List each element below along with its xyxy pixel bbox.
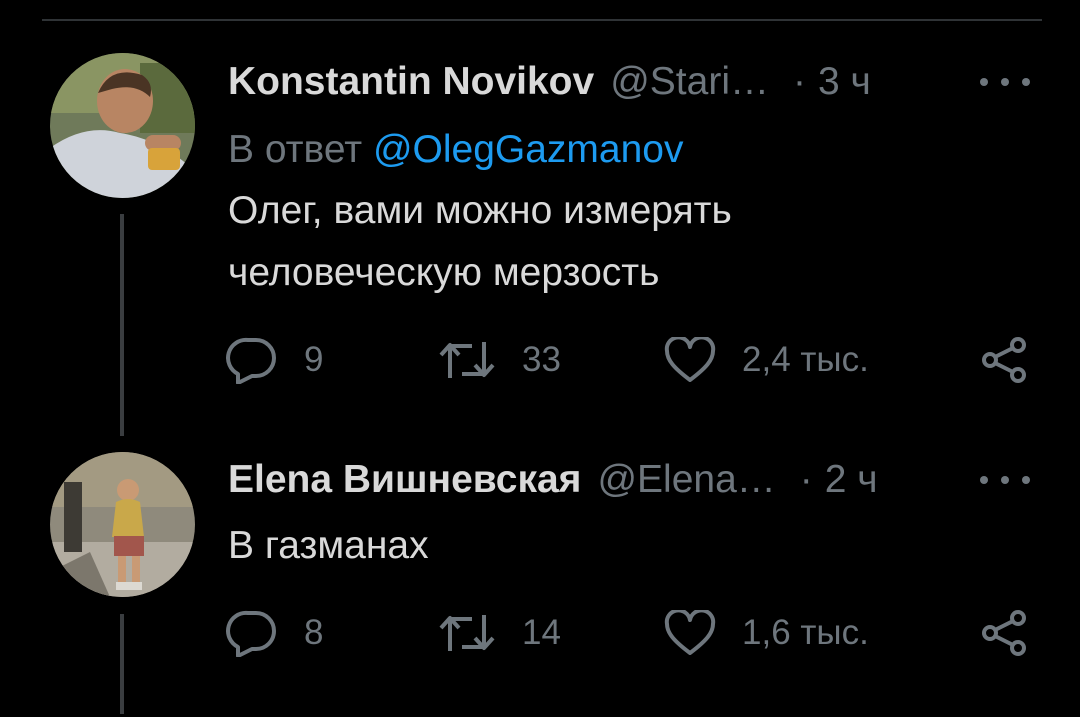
tweet-text: В газманах	[228, 524, 429, 567]
reply-icon	[226, 610, 276, 657]
avatar[interactable]	[50, 53, 195, 198]
tweet-header: Konstantin Novikov @Stari… · 3 ч	[228, 60, 871, 110]
like-count: 1,6 тыс.	[742, 613, 869, 652]
like-button[interactable]: 1,6 тыс.	[664, 603, 869, 663]
separator-dot: ·	[792, 60, 806, 103]
retweet-button[interactable]: 14	[438, 603, 561, 663]
reply-icon	[226, 337, 276, 384]
retweet-icon	[439, 615, 495, 651]
author-handle[interactable]: @Stari…	[610, 60, 769, 104]
action-bar: 8 14 1,6 тыс.	[226, 603, 1036, 663]
retweet-count: 14	[522, 613, 561, 652]
share-icon	[982, 610, 1026, 656]
tweet-header: Elena Вишневская @Elena… · 2 ч	[228, 458, 878, 508]
reply-button[interactable]: 9	[226, 330, 323, 390]
timestamp[interactable]: 3 ч	[818, 60, 871, 104]
reply-count: 8	[304, 613, 324, 652]
retweet-icon	[439, 342, 495, 378]
more-icon[interactable]	[980, 72, 1030, 92]
action-bar: 9 33 2,4 тыс.	[226, 330, 1036, 390]
share-button[interactable]	[980, 330, 1054, 390]
share-icon	[982, 337, 1026, 383]
reply-to-line: В ответ @OlegGazmanov	[228, 128, 684, 172]
share-button[interactable]	[980, 603, 1054, 663]
like-icon	[664, 337, 716, 382]
avatar[interactable]	[50, 452, 195, 597]
reply-button[interactable]: 8	[226, 603, 323, 663]
author-name[interactable]: Elena Вишневская	[228, 458, 581, 502]
more-icon[interactable]	[980, 470, 1030, 490]
reply-to-label: В ответ	[228, 128, 363, 171]
like-count: 2,4 тыс.	[742, 340, 869, 379]
reply-mention-link[interactable]: @OlegGazmanov	[373, 128, 684, 171]
retweet-count: 33	[522, 340, 561, 379]
author-handle[interactable]: @Elena…	[597, 458, 775, 502]
top-divider	[42, 19, 1042, 21]
thread-line	[120, 214, 124, 436]
author-name[interactable]: Konstantin Novikov	[228, 60, 594, 104]
retweet-button[interactable]: 33	[438, 330, 561, 390]
like-button[interactable]: 2,4 тыс.	[664, 330, 869, 390]
reply-count: 9	[304, 340, 324, 379]
like-icon	[664, 610, 716, 655]
separator-dot: ·	[799, 458, 813, 501]
timestamp[interactable]: 2 ч	[825, 458, 878, 502]
thread-line	[120, 614, 124, 714]
tweet-text: Олег, вами можно измерять человеческую м…	[228, 189, 732, 294]
